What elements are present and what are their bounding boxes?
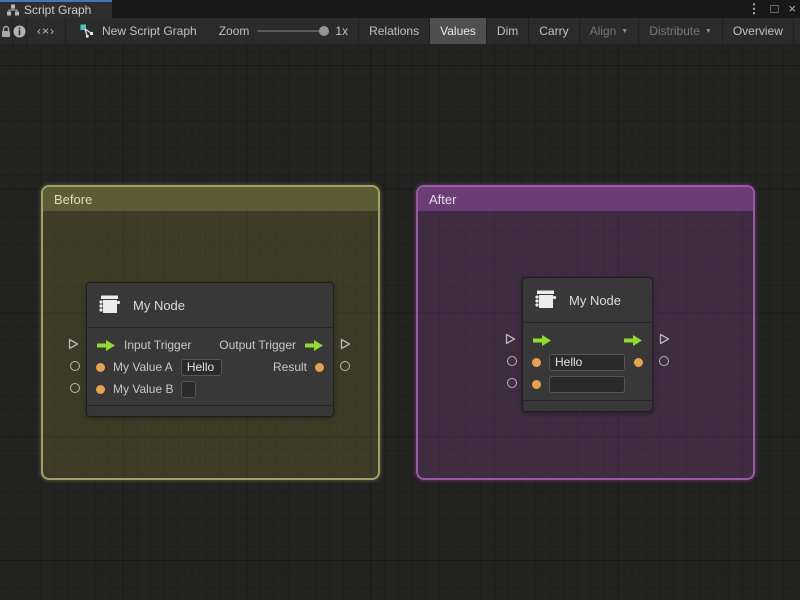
- align-dropdown[interactable]: Align ▼: [580, 18, 640, 44]
- value-a-input[interactable]: [549, 354, 625, 371]
- external-flow-output-port[interactable]: [339, 337, 352, 356]
- values-button[interactable]: Values: [430, 18, 487, 44]
- node-my-node-before[interactable]: My Node Input Trigger Output Trigger: [86, 282, 334, 417]
- maximize-icon[interactable]: □: [771, 0, 779, 18]
- group-after-header[interactable]: After: [418, 187, 753, 211]
- relations-button[interactable]: Relations: [359, 18, 430, 44]
- port-row: Input Trigger Output Trigger: [87, 334, 333, 356]
- port-row: [523, 329, 652, 351]
- port-row: My Value B: [87, 378, 333, 400]
- flow-output-port-icon[interactable]: [623, 334, 643, 347]
- graph-name: New Script Graph: [102, 24, 197, 38]
- lock-button[interactable]: [0, 18, 13, 44]
- lock-icon: [0, 25, 12, 38]
- node-title: My Node: [133, 298, 185, 313]
- overview-button[interactable]: Overview: [723, 18, 794, 44]
- zoom-label: Zoom: [219, 24, 250, 38]
- group-before-label: Before: [54, 192, 92, 207]
- value-b-input[interactable]: [549, 376, 625, 393]
- external-value-port[interactable]: [340, 361, 350, 371]
- value-input-port-icon[interactable]: [96, 385, 105, 394]
- group-before-header[interactable]: Before: [43, 187, 378, 211]
- tab-label: Script Graph: [24, 3, 91, 17]
- port-row: [523, 351, 652, 373]
- carry-button[interactable]: Carry: [529, 18, 579, 44]
- chevron-down-icon: ▼: [705, 28, 712, 35]
- port-row: My Value A Result: [87, 356, 333, 378]
- external-value-port[interactable]: [70, 361, 80, 371]
- zoom-slider-handle[interactable]: [319, 26, 329, 36]
- external-value-port[interactable]: [507, 378, 517, 388]
- unit-node-icon: [97, 292, 123, 318]
- value-a-input[interactable]: [181, 359, 222, 376]
- graph-hierarchy-icon: [7, 4, 19, 16]
- graph-canvas[interactable]: Before After My Node: [0, 44, 800, 600]
- external-flow-input-port[interactable]: [504, 332, 517, 351]
- external-flow-output-port[interactable]: [658, 332, 671, 351]
- node-footer: [87, 405, 333, 416]
- node-title: My Node: [569, 293, 621, 308]
- full-screen-button[interactable]: Full Screen: [794, 18, 800, 44]
- external-value-port[interactable]: [70, 383, 80, 393]
- external-flow-input-port[interactable]: [67, 337, 80, 356]
- flow-input-port-icon[interactable]: [96, 339, 116, 352]
- chevron-down-icon: ▼: [621, 28, 628, 35]
- graph-breadcrumb[interactable]: New Script Graph: [66, 18, 209, 44]
- external-value-port[interactable]: [659, 356, 669, 366]
- close-icon[interactable]: ×: [788, 0, 796, 18]
- node-my-node-after[interactable]: My Node: [522, 277, 653, 412]
- port-label: Output Trigger: [219, 338, 296, 352]
- zoom-control: Zoom 1x: [209, 18, 359, 44]
- value-b-input[interactable]: [181, 381, 196, 398]
- value-input-port-icon[interactable]: [532, 358, 541, 367]
- group-after-label: After: [429, 192, 456, 207]
- zoom-value: 1x: [335, 24, 348, 38]
- code-view-button[interactable]: ‹×›: [27, 18, 66, 44]
- port-label: Result: [273, 360, 307, 374]
- port-label: My Value A: [113, 360, 173, 374]
- script-graph-icon: [80, 24, 95, 38]
- port-row: [523, 373, 652, 395]
- unit-node-icon: [533, 287, 559, 313]
- window-titlebar: Script Graph ⋮ □ ×: [0, 0, 800, 18]
- window-menu-icon[interactable]: ⋮: [748, 0, 761, 18]
- node-header[interactable]: My Node: [523, 278, 652, 323]
- graph-toolbar: ‹×› New Script Graph Zoom 1x Relations V…: [0, 18, 800, 44]
- dim-button[interactable]: Dim: [487, 18, 529, 44]
- flow-input-port-icon[interactable]: [532, 334, 552, 347]
- zoom-slider[interactable]: [257, 30, 327, 32]
- node-footer: [523, 400, 652, 411]
- port-label: Input Trigger: [124, 338, 191, 352]
- distribute-dropdown[interactable]: Distribute ▼: [639, 18, 723, 44]
- node-header[interactable]: My Node: [87, 283, 333, 328]
- tab-script-graph[interactable]: Script Graph: [0, 0, 112, 18]
- value-input-port-icon[interactable]: [532, 380, 541, 389]
- flow-output-port-icon[interactable]: [304, 339, 324, 352]
- info-icon: [13, 25, 26, 38]
- port-label: My Value B: [113, 382, 173, 396]
- value-output-port-icon[interactable]: [315, 363, 324, 372]
- value-output-port-icon[interactable]: [634, 358, 643, 367]
- value-input-port-icon[interactable]: [96, 363, 105, 372]
- external-value-port[interactable]: [507, 356, 517, 366]
- info-button[interactable]: [13, 18, 27, 44]
